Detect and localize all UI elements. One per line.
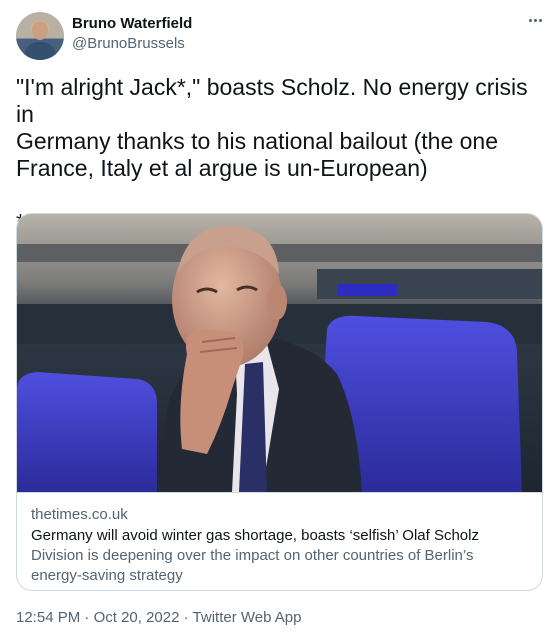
- meta-separator: ·: [80, 609, 94, 626]
- tweet-time[interactable]: 12:54 PM: [16, 609, 80, 626]
- tweet-meta: 12:54 PM · Oct 20, 2022 · Twitter Web Ap…: [16, 608, 301, 628]
- tweet-date[interactable]: Oct 20, 2022: [94, 609, 180, 626]
- author-name[interactable]: Bruno Waterfield: [72, 15, 192, 33]
- card-title: Germany will avoid winter gas shortage, …: [31, 527, 479, 544]
- tweet-text: "I'm alright Jack*," boasts Scholz. No e…: [16, 74, 528, 235]
- meta-separator: ·: [179, 609, 193, 626]
- card-meta[interactable]: thetimes.co.uk Germany will avoid winter…: [17, 492, 542, 590]
- tweet: Bruno Waterfield @BrunoBrussels "I'm alr…: [0, 0, 559, 640]
- card-description: Division is deepening over the impact on…: [31, 547, 474, 584]
- link-card[interactable]: thetimes.co.uk Germany will avoid winter…: [16, 213, 543, 591]
- card-domain: thetimes.co.uk: [31, 506, 128, 523]
- avatar[interactable]: [16, 12, 64, 60]
- more-options-icon[interactable]: [520, 10, 550, 30]
- tweet-source[interactable]: Twitter Web App: [193, 609, 302, 626]
- card-image[interactable]: [17, 214, 542, 492]
- author-handle[interactable]: @BrunoBrussels: [72, 35, 185, 53]
